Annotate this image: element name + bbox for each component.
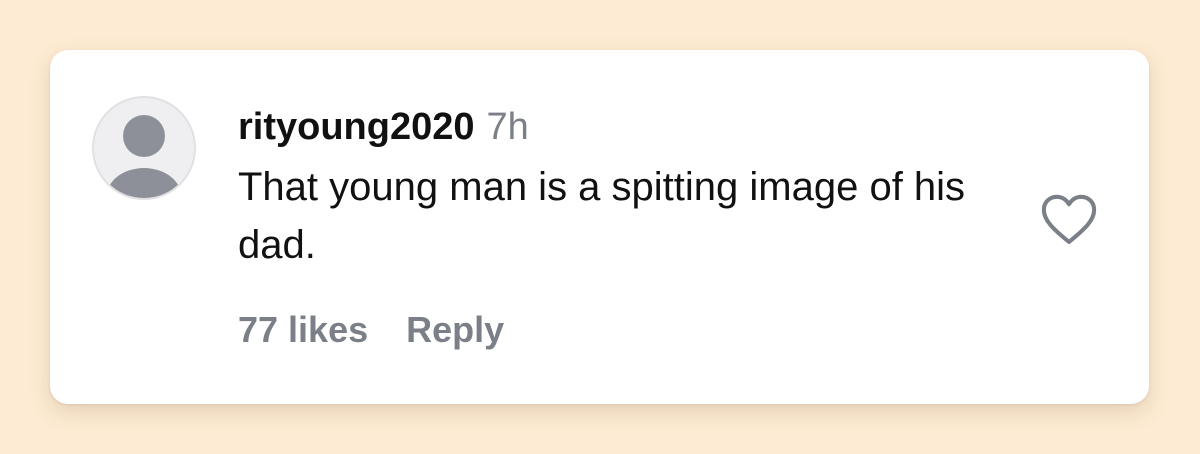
comment-header: rityoung2020 7h xyxy=(238,104,1038,150)
default-user-avatar-icon xyxy=(106,115,182,198)
comment-actions: 77 likes Reply xyxy=(238,307,504,353)
comment-card: rityoung2020 7h That young man is a spitt… xyxy=(50,50,1149,404)
heart-outline-icon xyxy=(1041,194,1097,245)
avatar[interactable] xyxy=(92,96,196,200)
comment-body: rityoung2020 7h That young man is a spitt… xyxy=(238,104,1038,274)
likes-count-button[interactable]: 77 likes xyxy=(238,309,368,350)
reply-button[interactable]: Reply xyxy=(406,309,504,350)
comment-text: That young man is a spitting image of hi… xyxy=(238,165,966,267)
username-link[interactable]: rityoung2020 xyxy=(238,106,475,148)
like-button[interactable] xyxy=(1040,192,1098,246)
comment-timestamp: 7h xyxy=(486,106,529,148)
